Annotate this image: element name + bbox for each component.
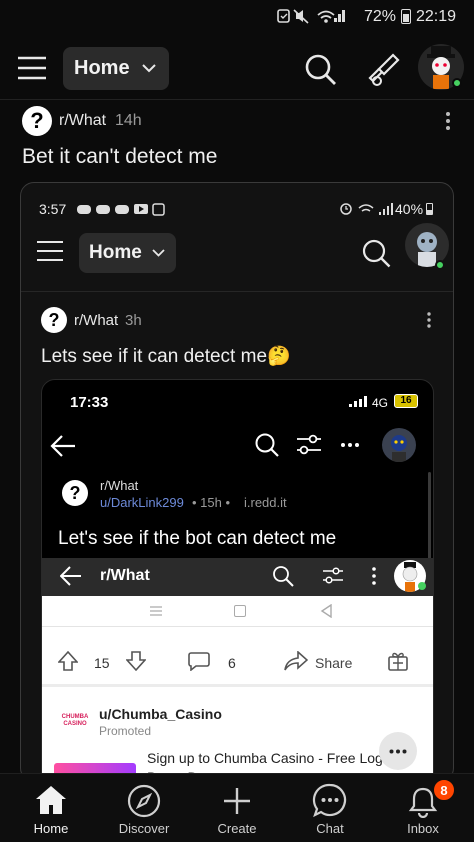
vote-count: 15 — [94, 655, 110, 671]
nested-more-icon[interactable] — [371, 566, 377, 586]
inner-online-indicator — [435, 260, 445, 270]
chevron-down-icon — [152, 249, 165, 257]
divider — [0, 99, 474, 100]
feed-selector-label: Home — [74, 57, 130, 79]
phone-battery-icon: 16 — [394, 394, 418, 408]
casino-logo-text: CHUMBA CASINO — [61, 714, 89, 727]
signal-icon — [348, 396, 368, 408]
home-icon[interactable] — [34, 784, 68, 816]
nested-divider — [42, 626, 433, 627]
nested-header: r/What — [42, 558, 433, 596]
floating-more-button[interactable] — [379, 732, 417, 770]
back-arrow-icon[interactable] — [50, 434, 76, 458]
network-type: 4G — [372, 396, 389, 410]
inner-feed-selector[interactable]: Home — [79, 233, 176, 273]
nested-divider-2 — [42, 684, 433, 687]
promoted-label: Promoted — [99, 724, 152, 738]
post-title[interactable]: Bet it can't detect me — [22, 145, 217, 169]
inbox-badge: 8 — [432, 778, 456, 802]
more-options-icon[interactable] — [444, 110, 452, 132]
phone-battery-value: 16 — [400, 395, 412, 406]
award-icon[interactable] — [388, 651, 408, 671]
phone-post-author[interactable]: u/DarkLink299 — [100, 495, 184, 510]
inner-more-options-icon[interactable] — [426, 311, 432, 329]
inner-post-title[interactable]: Lets see if it can detect me🤔 — [41, 344, 291, 368]
subreddit-name[interactable]: r/What — [59, 112, 106, 130]
home-square-icon[interactable] — [234, 605, 246, 617]
back-triangle-icon[interactable] — [320, 604, 332, 618]
phone-post-age-value: 15h — [200, 495, 222, 510]
online-indicator — [452, 78, 462, 88]
inner-subreddit-name[interactable]: r/What — [74, 312, 118, 329]
inner-feed-selector-label: Home — [89, 242, 142, 263]
chevron-down-icon — [141, 64, 156, 73]
post-age: 14h — [115, 112, 142, 129]
casino-logo[interactable]: CHUMBA CASINO — [58, 710, 92, 732]
promoted-advertiser[interactable]: u/Chumba_Casino — [99, 706, 222, 722]
phone-subreddit-name[interactable]: r/What — [100, 478, 138, 493]
inner-subreddit-icon[interactable]: ? — [41, 307, 67, 333]
phone-post-title[interactable]: Let's see if the bot can detect me — [58, 528, 336, 550]
compass-icon[interactable] — [127, 784, 161, 818]
game-controller-icons — [77, 202, 167, 216]
more-horizontal-icon — [389, 749, 407, 753]
post-search-icon[interactable] — [254, 432, 280, 458]
nav-home[interactable]: Home — [6, 821, 96, 836]
share-icon[interactable] — [284, 651, 308, 671]
nav-inbox-label: Inbox — [407, 821, 439, 836]
search-icon[interactable] — [304, 53, 338, 87]
inner-post-image[interactable]: 17:33 4G 16 ? r/What u/DarkLink299 • 15h… — [41, 379, 434, 781]
nav-home-label: Home — [33, 821, 69, 836]
sort-icon[interactable] — [296, 434, 322, 456]
nested-subreddit-name[interactable]: r/What — [100, 567, 150, 585]
phone-post-domain[interactable]: i.redd.it — [244, 495, 287, 510]
notification-icons — [276, 7, 346, 25]
nested-search-icon[interactable] — [272, 565, 294, 587]
chat-icon[interactable] — [312, 783, 348, 819]
recents-icon[interactable] — [150, 605, 162, 617]
status-bar: 72% 22:19 — [0, 0, 474, 32]
nav-inbox[interactable]: Inbox — [378, 821, 468, 836]
phone-subreddit-icon[interactable]: ? — [62, 480, 88, 506]
nav-chat-label: Chat — [316, 821, 344, 836]
nav-discover[interactable]: Discover — [99, 821, 189, 836]
upvote-icon[interactable] — [58, 651, 78, 671]
phone-post-age: • 15h • — [192, 495, 231, 510]
android-nav-bar — [42, 598, 433, 624]
inner-battery-icon — [426, 203, 433, 215]
share-label[interactable]: Share — [315, 655, 352, 671]
nav-create[interactable]: Create — [192, 821, 282, 836]
phone-status-time: 17:33 — [70, 394, 109, 411]
feed-selector[interactable]: Home — [63, 47, 169, 90]
battery-percent: 72% — [364, 8, 397, 25]
plus-icon[interactable] — [222, 786, 252, 816]
post-image[interactable]: 3:57 40% Home ? r/What 3h Lets see if it… — [20, 182, 454, 782]
comment-icon[interactable] — [188, 651, 210, 671]
inner-menu-icon[interactable] — [36, 240, 64, 262]
nav-chat[interactable]: Chat — [285, 821, 375, 836]
nav-discover-label: Discover — [118, 821, 170, 836]
inbox-badge-count: 8 — [440, 782, 448, 798]
inner-status-icons — [339, 201, 395, 217]
nested-online-indicator — [418, 582, 426, 590]
comment-count: 6 — [228, 655, 236, 671]
inner-divider — [21, 291, 453, 292]
downvote-icon[interactable] — [126, 651, 146, 671]
post-more-icon[interactable] — [340, 442, 360, 448]
battery-icon — [401, 9, 411, 24]
mod-tools-icon[interactable] — [366, 52, 400, 88]
nav-create-label: Create — [217, 821, 257, 836]
inner-post-age: 3h — [125, 312, 142, 329]
nested-back-arrow-icon[interactable] — [60, 566, 82, 586]
phone-avatar[interactable] — [382, 428, 416, 462]
clock: 22:19 — [416, 8, 457, 25]
nested-screenshot[interactable]: r/What 15 6 Share CHUMBA CASINO u/Chumba… — [42, 558, 433, 781]
inner-battery-percent: 40% — [395, 201, 424, 217]
inner-status-time: 3:57 — [39, 201, 67, 217]
subreddit-icon[interactable]: ? — [22, 106, 52, 136]
nested-sort-icon[interactable] — [322, 567, 344, 585]
menu-icon[interactable] — [17, 56, 47, 80]
inner-search-icon[interactable] — [361, 238, 393, 270]
